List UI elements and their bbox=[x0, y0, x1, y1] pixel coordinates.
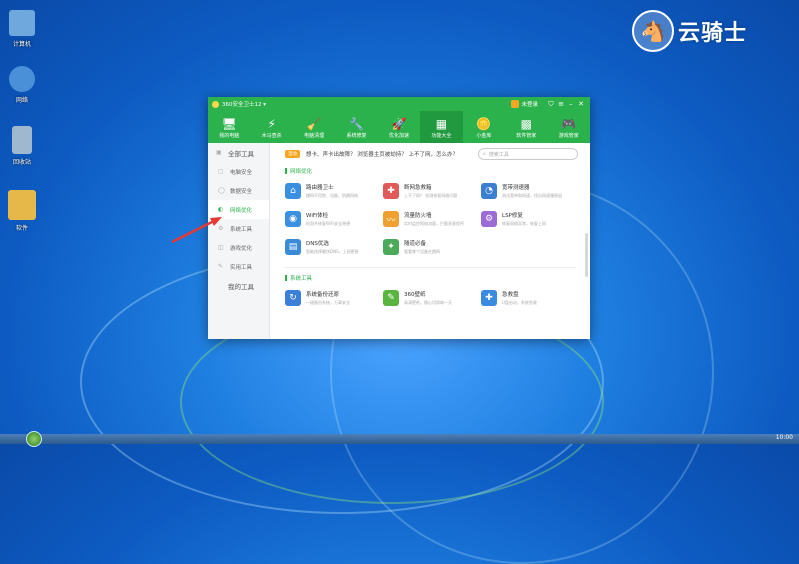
clock: 10:00 bbox=[775, 434, 793, 441]
taskbar: 10:00 bbox=[0, 431, 799, 447]
pointer-arrow-icon bbox=[171, 217, 222, 244]
start-button[interactable] bbox=[26, 431, 42, 447]
